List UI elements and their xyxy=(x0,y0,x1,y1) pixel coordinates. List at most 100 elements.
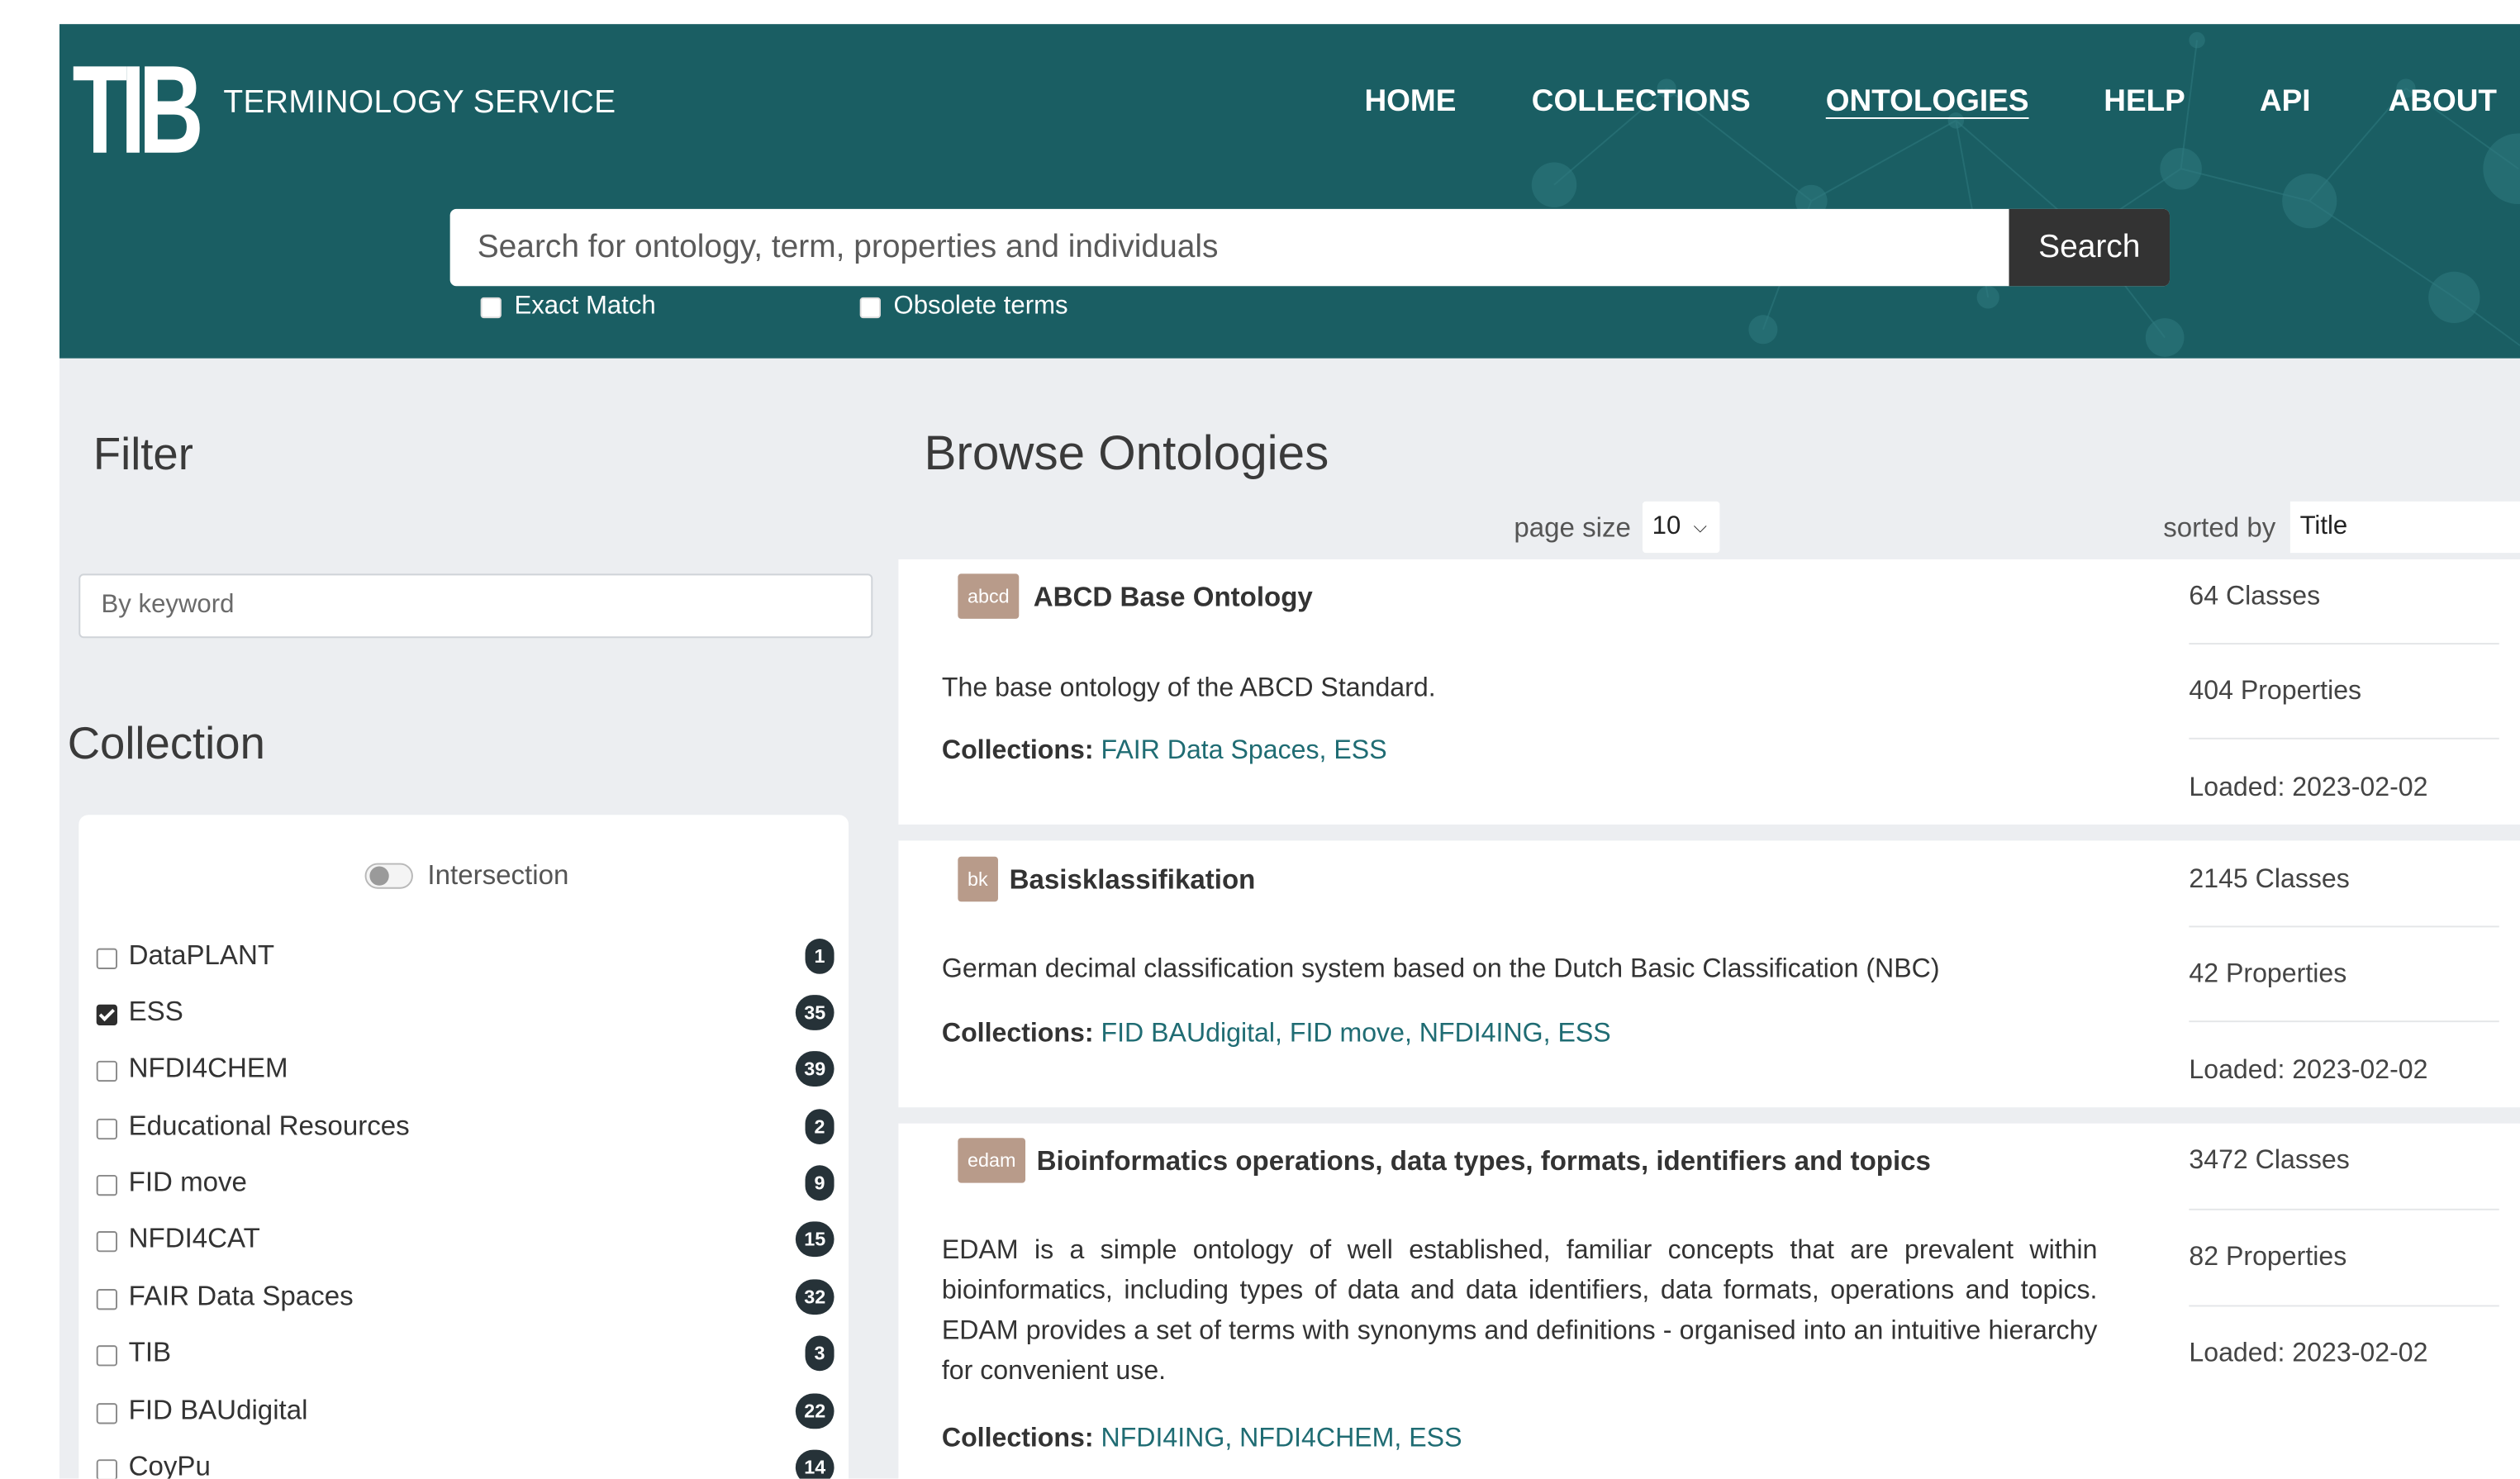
nav-collections[interactable]: COLLECTIONS xyxy=(1532,85,1751,121)
collection-item-fid-move[interactable]: FID move 9 xyxy=(95,1165,834,1204)
collection-link[interactable]: ESS xyxy=(1409,1424,1462,1453)
collection-separator: , xyxy=(1404,1019,1419,1049)
collection-item-ess[interactable]: ESS 35 xyxy=(95,995,834,1034)
collection-checkbox[interactable] xyxy=(96,948,117,969)
sort-select[interactable]: Title xyxy=(2289,501,2520,554)
collection-count-badge: 14 xyxy=(795,1449,834,1479)
collection-item-fair-data-spaces[interactable]: FAIR Data Spaces 32 xyxy=(95,1279,834,1318)
collection-link[interactable]: NFDI4ING xyxy=(1101,1424,1225,1453)
loaded-date: Loaded: 2023-02-02 xyxy=(2189,773,2428,802)
ontology-collections: Collections: FAIR Data Spaces, ESS xyxy=(942,736,1387,767)
collection-checkbox[interactable] xyxy=(96,1459,117,1479)
collection-item-nfdi4cat[interactable]: NFDI4CAT 15 xyxy=(95,1221,834,1260)
collection-separator: , xyxy=(1543,1019,1558,1049)
search-input[interactable] xyxy=(449,208,2006,287)
collection-item-educational-resources[interactable]: Educational Resources 2 xyxy=(95,1109,834,1148)
collection-name: NFDI4CHEM xyxy=(128,1053,288,1084)
search-button[interactable]: Search xyxy=(2009,208,2171,287)
collection-count-badge: 15 xyxy=(795,1221,834,1258)
collection-checkbox[interactable] xyxy=(96,1403,117,1424)
intersection-toggle-row[interactable]: Intersection xyxy=(364,859,569,892)
ontology-title-link[interactable]: Basisklassifikation xyxy=(1010,865,1256,897)
nav-api[interactable]: API xyxy=(2260,85,2311,121)
intersection-toggle[interactable] xyxy=(364,863,413,889)
properties-count: 82 Properties xyxy=(2189,1242,2347,1272)
intersection-label: Intersection xyxy=(427,859,569,891)
network-pattern-decoration xyxy=(1531,31,2520,357)
collections-label: Collections: xyxy=(941,1424,1094,1453)
collection-checkbox[interactable] xyxy=(96,1118,117,1140)
collection-count-badge: 35 xyxy=(795,995,834,1030)
collection-name: TIB xyxy=(128,1337,172,1368)
collection-item-nfdi4chem[interactable]: NFDI4CHEM 39 xyxy=(95,1051,834,1090)
page-size-label: page size xyxy=(1514,512,1631,544)
collection-item-coypu[interactable]: CoyPu 14 xyxy=(95,1449,834,1479)
collection-count-badge: 22 xyxy=(795,1393,834,1429)
collection-count-badge: 3 xyxy=(805,1335,834,1372)
collection-checkbox[interactable] xyxy=(96,1004,117,1026)
collection-name: NFDI4CAT xyxy=(128,1223,260,1254)
collection-count-badge: 2 xyxy=(805,1109,834,1144)
collection-name: FAIR Data Spaces xyxy=(128,1281,354,1312)
collection-name: CoyPu xyxy=(128,1451,211,1479)
loaded-date: Loaded: 2023-02-02 xyxy=(2189,1339,2428,1368)
toggle-knob xyxy=(369,866,389,886)
collection-checkbox[interactable] xyxy=(96,1345,117,1367)
obsolete-terms-option[interactable]: Obsolete terms xyxy=(859,292,1068,321)
keyword-filter-input[interactable] xyxy=(78,573,873,639)
collection-link[interactable]: NFDI4CHEM xyxy=(1239,1424,1394,1453)
collection-count-badge: 32 xyxy=(795,1279,834,1315)
collections-label: Collections: xyxy=(941,735,1094,765)
collection-name: FID BAUdigital xyxy=(128,1395,308,1426)
ontology-title-link[interactable]: Bioinformatics operations, data types, f… xyxy=(1037,1146,1931,1178)
nav-home[interactable]: HOME xyxy=(1364,85,1456,121)
page-size-value: 10 xyxy=(1652,512,1681,540)
collection-checkbox[interactable] xyxy=(96,1289,117,1310)
collection-name: DataPLANT xyxy=(128,939,275,971)
collection-item-fid-baudigital[interactable]: FID BAUdigital 22 xyxy=(95,1393,834,1432)
collection-separator: , xyxy=(1274,1019,1290,1049)
collection-link[interactable]: FAIR Data Spaces xyxy=(1101,736,1319,765)
browse-title: Browse Ontologies xyxy=(924,427,1329,481)
stat-divider xyxy=(2189,737,2499,740)
collection-link[interactable]: ESS xyxy=(1334,736,1386,765)
collections-label: Collections: xyxy=(941,1019,1094,1049)
collection-link[interactable]: NFDI4ING xyxy=(1419,1019,1543,1048)
ontology-abbreviation-badge: bk xyxy=(958,856,998,902)
exact-match-label: Exact Match xyxy=(514,292,656,321)
stat-divider xyxy=(2189,1208,2499,1210)
collection-item-dataplant[interactable]: DataPLANT 1 xyxy=(95,938,834,977)
collection-title: Collection xyxy=(67,718,265,768)
collection-count-badge: 1 xyxy=(805,938,834,974)
ontology-description: The base ontology of the ABCD Standard. xyxy=(941,673,1436,703)
ontology-abbreviation-badge: abcd xyxy=(958,573,1020,619)
collection-name: FID move xyxy=(128,1167,247,1198)
ontology-description: EDAM is a simple ontology of well establ… xyxy=(941,1235,2098,1386)
page-size-select[interactable]: 10 ⌵ xyxy=(1642,501,1720,554)
collection-link[interactable]: FID move xyxy=(1290,1019,1405,1048)
stat-divider xyxy=(2189,1305,2499,1307)
exact-match-checkbox[interactable] xyxy=(480,296,502,318)
filter-title: Filter xyxy=(93,429,193,479)
collection-checkbox[interactable] xyxy=(96,1231,117,1253)
tib-logo[interactable]: TIB xyxy=(73,46,204,172)
collection-link[interactable]: ESS xyxy=(1557,1019,1610,1048)
collection-checkbox[interactable] xyxy=(96,1174,117,1196)
ontology-card: bk Basisklassifikation German decimal cl… xyxy=(898,840,2520,1108)
collection-item-tib[interactable]: TIB 3 xyxy=(95,1335,834,1374)
properties-count: 404 Properties xyxy=(2189,676,2362,706)
exact-match-option[interactable]: Exact Match xyxy=(480,292,656,321)
obsolete-terms-checkbox[interactable] xyxy=(859,296,881,318)
nav-help[interactable]: HELP xyxy=(2104,85,2185,121)
collection-link[interactable]: FID BAUdigital xyxy=(1101,1019,1275,1048)
ontology-abbreviation-badge: edam xyxy=(958,1138,1026,1183)
collection-name: Educational Resources xyxy=(128,1110,410,1142)
nav-ontologies[interactable]: ONTOLOGIES xyxy=(1826,85,2029,121)
service-name[interactable]: TERMINOLOGY SERVICE xyxy=(223,85,616,122)
ontology-title-link[interactable]: ABCD Base Ontology xyxy=(1034,582,1313,614)
nav-about[interactable]: ABOUT xyxy=(2389,85,2497,121)
collection-checkbox[interactable] xyxy=(96,1060,117,1082)
header-banner: TIB TERMINOLOGY SERVICE HOME COLLECTIONS… xyxy=(59,24,2520,359)
classes-count: 3472 Classes xyxy=(2189,1145,2350,1175)
ontology-card: abcd ABCD Base Ontology The base ontolog… xyxy=(898,559,2520,825)
